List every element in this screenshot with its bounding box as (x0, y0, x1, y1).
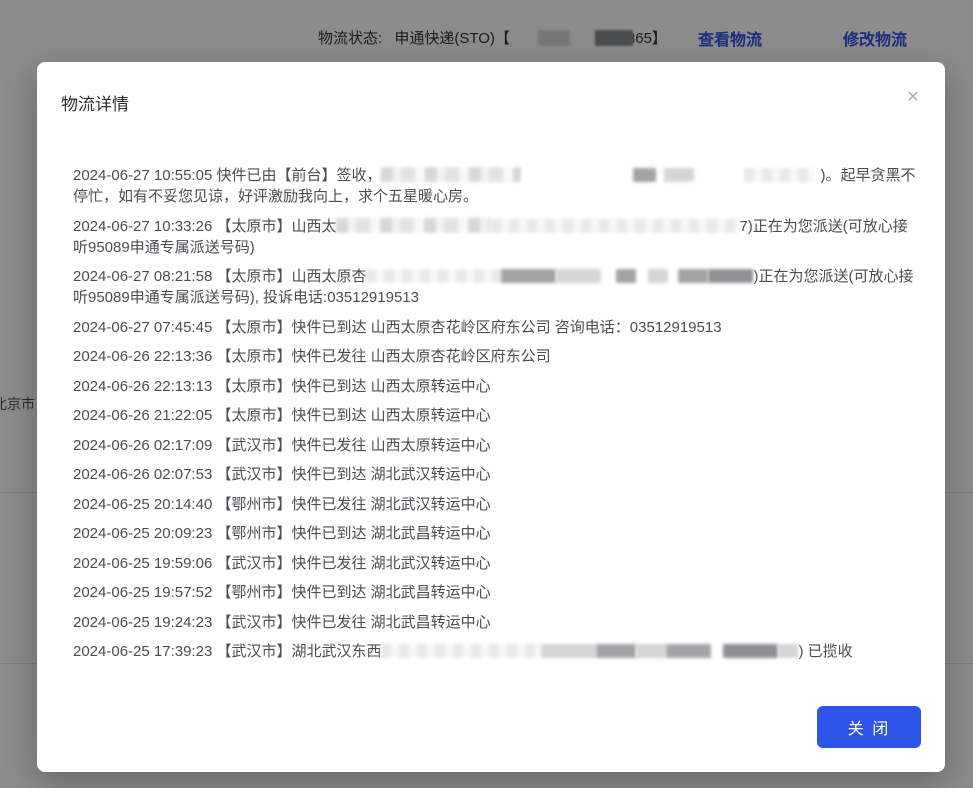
timeline-entry: 2024-06-26 22:13:13 【太原市】快件已到达 山西太原转运中心 (73, 376, 921, 397)
redacted-block (744, 168, 814, 182)
redacted-block (366, 269, 501, 283)
timeline-entry: 2024-06-25 19:59:06 【武汉市】快件已发往 湖北武汉转运中心 (73, 553, 921, 574)
redacted-block (664, 168, 694, 182)
redacted-block (778, 644, 798, 658)
timeline-entry: 2024-06-27 10:55:05 快件已由【前台】签收，)。起早贪黑不停忙… (73, 165, 921, 207)
timeline-text: 2024-06-25 20:09:23 【鄂州市】快件已到达 湖北武昌转运中心 (73, 525, 491, 542)
redacted-block (678, 269, 708, 283)
timeline-entry: 2024-06-27 08:21:58 【太原市】山西太原杏)正在为您派送(可放… (73, 266, 921, 308)
redacted-block (656, 168, 664, 182)
timeline-entry: 2024-06-26 22:13:36 【太原市】快件已发往 山西太原杏花岭区府… (73, 346, 921, 367)
timeline-text: 2024-06-25 19:59:06 【武汉市】快件已发往 湖北武汉转运中心 (73, 555, 491, 572)
timeline-text: 2024-06-26 02:07:53 【武汉市】快件已到达 湖北武汉转运中心 (73, 466, 491, 483)
redacted-block (648, 269, 668, 283)
redacted-block (711, 644, 723, 658)
timeline-entry: 2024-06-27 10:33:26 【太原市】山西太7)正在为您派送(可放心… (73, 216, 921, 258)
timeline-entry: 2024-06-26 02:17:09 【武汉市】快件已发往 山西太原转运中心 (73, 435, 921, 456)
close-button[interactable]: 关 闭 (817, 706, 921, 748)
redacted-block (556, 269, 601, 283)
timeline-text: 2024-06-25 20:14:40 【鄂州市】快件已发往 湖北武汉转运中心 (73, 496, 491, 513)
redacted-block (633, 168, 656, 182)
timeline-text: 2024-06-26 02:17:09 【武汉市】快件已发往 山西太原转运中心 (73, 437, 491, 454)
timeline-text: 2024-06-25 19:24:23 【武汉市】快件已发往 湖北武昌转运中心 (73, 614, 491, 631)
redacted-block (636, 644, 666, 658)
redacted-block (541, 644, 596, 658)
modal-header: 物流详情 ✕ (37, 62, 945, 115)
redacted-block (708, 269, 753, 283)
redacted-block (668, 269, 678, 283)
redacted-block (694, 168, 744, 182)
redacted-block (636, 269, 648, 283)
redacted-block (521, 168, 633, 182)
timeline-entry: 2024-06-25 19:24:23 【武汉市】快件已发往 湖北武昌转运中心 (73, 612, 921, 633)
redacted-block (666, 644, 711, 658)
timeline-text: 2024-06-26 22:13:13 【太原市】快件已到达 山西太原转运中心 (73, 378, 491, 395)
timeline-entry: 2024-06-27 07:45:45 【太原市】快件已到达 山西太原杏花岭区府… (73, 317, 921, 338)
redacted-block (601, 269, 616, 283)
redacted-block (723, 644, 778, 658)
modal-title: 物流详情 (61, 95, 129, 114)
timeline-entry: 2024-06-26 02:07:53 【武汉市】快件已到达 湖北武汉转运中心 (73, 464, 921, 485)
timeline-text: 2024-06-26 21:22:05 【太原市】快件已到达 山西太原转运中心 (73, 407, 491, 424)
timeline-list: 2024-06-27 10:55:05 快件已由【前台】签收，)。起早贪黑不停忙… (37, 115, 945, 662)
redacted-block (491, 219, 739, 233)
timeline-text: 2024-06-27 10:33:26 【太原市】山西太 (73, 218, 336, 235)
timeline-entry: 2024-06-25 20:09:23 【鄂州市】快件已到达 湖北武昌转运中心 (73, 523, 921, 544)
redacted-block (336, 218, 491, 233)
close-icon[interactable]: ✕ (901, 86, 925, 110)
timeline-text: 2024-06-27 10:55:05 快件已由【前台】签收， (73, 167, 381, 184)
redacted-block (381, 167, 521, 182)
redacted-block (381, 644, 541, 658)
timeline-entry: 2024-06-25 19:57:52 【鄂州市】快件已到达 湖北武昌转运中心 (73, 582, 921, 603)
timeline-text: 2024-06-26 22:13:36 【太原市】快件已发往 山西太原杏花岭区府… (73, 348, 551, 365)
timeline-text: 2024-06-27 07:45:45 【太原市】快件已到达 山西太原杏花岭区府… (73, 319, 722, 336)
timeline-text: 2024-06-25 19:57:52 【鄂州市】快件已到达 湖北武昌转运中心 (73, 584, 491, 601)
timeline-entry: 2024-06-26 21:22:05 【太原市】快件已到达 山西太原转运中心 (73, 405, 921, 426)
timeline-text: 2024-06-27 08:21:58 【太原市】山西太原杏 (73, 268, 366, 285)
timeline-text: 2024-06-25 17:39:23 【武汉市】湖北武汉东西 (73, 643, 381, 660)
modal-footer: 关 闭 (817, 706, 921, 748)
timeline-entry: 2024-06-25 17:39:23 【武汉市】湖北武汉东西 ) 已揽收 (73, 641, 921, 662)
redacted-block (616, 269, 636, 283)
logistics-detail-modal: 物流详情 ✕ 2024-06-27 10:55:05 快件已由【前台】签收，)。… (37, 62, 945, 772)
redacted-block (501, 269, 556, 283)
timeline-entry: 2024-06-25 20:14:40 【鄂州市】快件已发往 湖北武汉转运中心 (73, 494, 921, 515)
redacted-block (596, 644, 636, 658)
timeline-text: ) 已揽收 (798, 643, 852, 660)
